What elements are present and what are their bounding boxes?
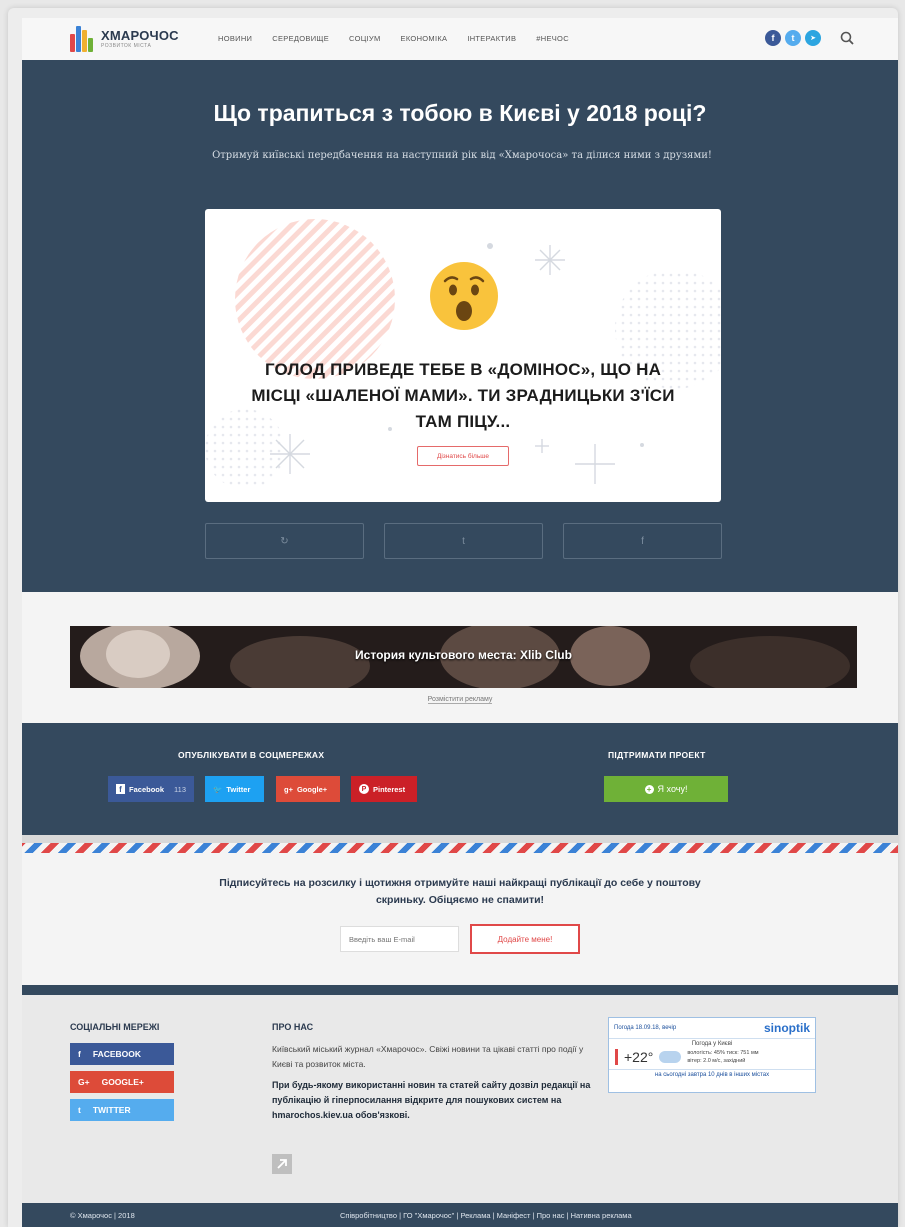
weather-wind: вітер: 2.0 м/с, західний bbox=[687, 1058, 746, 1064]
weather-links[interactable]: на сьогодні завтра 10 днів в інших міста… bbox=[609, 1069, 815, 1078]
nav-economy[interactable]: ЕКОНОМІКА bbox=[401, 34, 448, 43]
main-nav: НОВИНИ СЕРЕДОВИЩЕ СОЦІУМ ЕКОНОМІКА ІНТЕР… bbox=[218, 34, 589, 43]
weather-widget[interactable]: Погода 18.09.18, вечір sinoptik Погода у… bbox=[608, 1017, 816, 1093]
divider-top bbox=[22, 835, 898, 843]
newsletter-text: Підписуйтесь на розсилку і щотижня отрим… bbox=[219, 877, 701, 906]
about-text: Київський міський журнал «Хмарочос». Сві… bbox=[272, 1044, 584, 1069]
footer-social-heading: СОЦІАЛЬНІ МЕРЕЖІ bbox=[70, 1022, 160, 1032]
weather-humidity: вологість: 45% тиск: 751 мм bbox=[687, 1050, 759, 1056]
copyright-bar: © Хмарочос | 2018 Співробітництво | ГО "… bbox=[22, 1203, 898, 1227]
facebook-icon[interactable]: f bbox=[765, 30, 781, 46]
footer: СОЦІАЛЬНІ МЕРЕЖІ f FACEBOOK G+ GOOGLE+ t… bbox=[22, 995, 898, 1203]
header-social: f t ➤ bbox=[765, 30, 821, 46]
nav-nechos[interactable]: #НЕЧОС bbox=[536, 34, 569, 43]
share-facebook-button[interactable]: f bbox=[563, 523, 722, 559]
hero-section: Що трапиться з тобою в Києві у 2018 році… bbox=[22, 60, 898, 592]
nav-society[interactable]: СОЦІУМ bbox=[349, 34, 381, 43]
twitter-icon: t bbox=[462, 535, 465, 547]
about-section: Київський міський журнал «Хмарочос». Сві… bbox=[272, 1042, 592, 1123]
copyright-text: © Хмарочос | 2018 bbox=[70, 1211, 135, 1220]
search-icon[interactable] bbox=[840, 31, 854, 45]
share-heading: ОПУБЛІКУВАТИ В СОЦМЕРЕЖАХ bbox=[178, 750, 325, 760]
twitter-icon[interactable]: t bbox=[785, 30, 801, 46]
facebook-share-button[interactable]: f Facebook 113 bbox=[108, 776, 194, 802]
page: ХМАРОЧОС РОЗВИТОК МІСТА НОВИНИ СЕРЕДОВИЩ… bbox=[22, 18, 898, 1227]
footer-facebook-link[interactable]: f FACEBOOK bbox=[70, 1043, 174, 1065]
sinoptik-logo: sinoptik bbox=[763, 1021, 810, 1035]
about-heading: ПРО НАС bbox=[272, 1022, 314, 1032]
prediction-text: ГОЛОД ПРИВЕДЕ ТЕБЕ В «ДОМІНОС», ЩО НА МІ… bbox=[251, 360, 675, 431]
browser-frame: ХМАРОЧОС РОЗВИТОК МІСТА НОВИНИ СЕРЕДОВИЩ… bbox=[8, 8, 898, 1227]
page-title: Що трапиться з тобою в Києві у 2018 році… bbox=[213, 100, 707, 126]
logo-icon bbox=[70, 24, 96, 52]
footer-links[interactable]: Співробітництво | ГО "Хмарочос" | Реклам… bbox=[340, 1211, 632, 1220]
logo-subtitle: РОЗВИТОК МІСТА bbox=[101, 42, 152, 49]
facebook-icon: f bbox=[78, 1049, 81, 1059]
facebook-share-count: 113 bbox=[174, 784, 186, 794]
place-ad-link[interactable]: Розмістити рекламу bbox=[22, 696, 898, 704]
plus-icon: + bbox=[644, 784, 654, 794]
about-notice: При будь-якому використанні новин та ста… bbox=[272, 1080, 591, 1120]
facebook-icon: f bbox=[116, 784, 126, 794]
refresh-button[interactable]: ↻ bbox=[205, 523, 364, 559]
share-twitter-button[interactable]: t bbox=[384, 523, 543, 559]
pinterest-share-button[interactable]: P Pinterest bbox=[351, 776, 417, 802]
footer-google-link[interactable]: G+ GOOGLE+ bbox=[70, 1071, 174, 1093]
twitter-share-button[interactable]: 🐦 Twitter bbox=[205, 776, 264, 802]
top-bar: ХМАРОЧОС РОЗВИТОК МІСТА НОВИНИ СЕРЕДОВИЩ… bbox=[22, 18, 898, 60]
support-heading: ПІДТРИМАТИ ПРОЕКТ bbox=[608, 750, 706, 760]
surprised-emoji-icon bbox=[430, 262, 498, 330]
share-section: ОПУБЛІКУВАТИ В СОЦМЕРЕЖАХ f Facebook 113… bbox=[22, 723, 898, 835]
nav-news[interactable]: НОВИНИ bbox=[218, 34, 252, 43]
refresh-icon: ↻ bbox=[280, 535, 289, 547]
google-plus-icon: g+ bbox=[284, 784, 293, 794]
nav-interactive[interactable]: ІНТЕРАКТИВ bbox=[467, 34, 516, 43]
logo-title: ХМАРОЧОС bbox=[101, 27, 179, 43]
ad-text: История культового места: Xlib Club bbox=[355, 648, 572, 662]
footer-twitter-link[interactable]: t TWITTER bbox=[70, 1099, 174, 1121]
facebook-icon: f bbox=[641, 535, 644, 547]
twitter-icon: 🐦 bbox=[213, 784, 223, 794]
logo[interactable]: ХМАРОЧОС РОЗВИТОК МІСТА bbox=[70, 24, 179, 52]
weather-date: Погода 18.09.18, вечір bbox=[614, 1025, 677, 1031]
footer-divider bbox=[22, 985, 898, 995]
nav-environment[interactable]: СЕРЕДОВИЩЕ bbox=[272, 34, 329, 43]
pinterest-icon: P bbox=[359, 784, 369, 794]
subscribe-button[interactable]: Додайте мене! bbox=[470, 924, 580, 954]
cloud-icon bbox=[659, 1051, 682, 1063]
support-button[interactable]: + Я хочу! bbox=[604, 776, 728, 802]
external-link-icon[interactable] bbox=[272, 1154, 292, 1174]
google-plus-icon: G+ bbox=[78, 1077, 90, 1087]
thermometer-icon bbox=[615, 1049, 618, 1065]
weather-temperature: +22° bbox=[624, 1049, 654, 1065]
google-share-button[interactable]: g+ Google+ bbox=[276, 776, 340, 802]
ad-banner[interactable]: История культового места: Xlib Club bbox=[70, 626, 857, 688]
telegram-icon[interactable]: ➤ bbox=[805, 30, 821, 46]
prediction-card: ГОЛОД ПРИВЕДЕ ТЕБЕ В «ДОМІНОС», ЩО НА МІ… bbox=[205, 209, 721, 502]
twitter-icon: t bbox=[78, 1105, 81, 1115]
learn-more-button[interactable]: Дізнатись більше bbox=[417, 446, 509, 466]
email-field[interactable] bbox=[340, 926, 459, 952]
page-subtitle: Отримуй київські передбачення на наступн… bbox=[212, 150, 712, 161]
